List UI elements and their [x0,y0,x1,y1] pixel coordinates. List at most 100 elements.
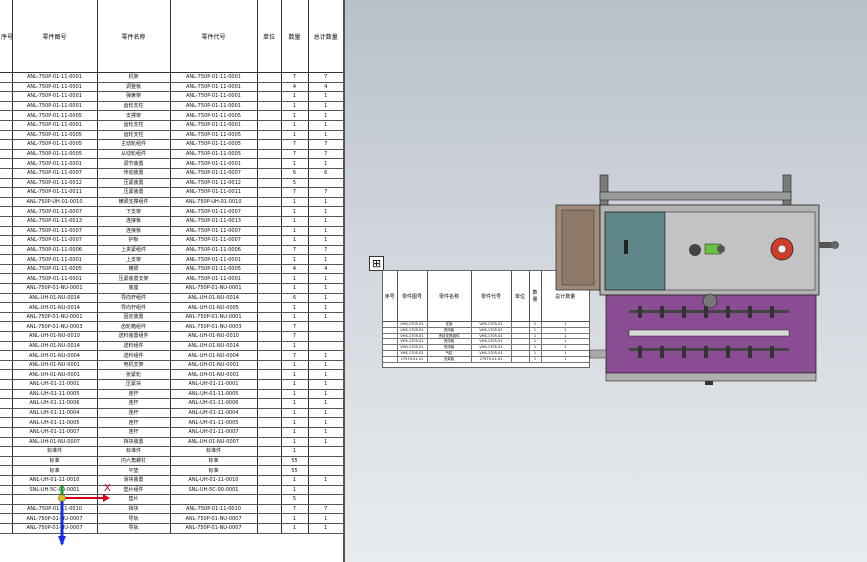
bom-row[interactable]: ANL-750P-01-11-0001 调节装置 ANL-750P-01-11-00… [0,158,343,169]
bom-cell [0,235,12,246]
bom-row[interactable]: ANL-750P-01-NU-0001 固定装置 ANL-750P-01-NU-00… [0,312,343,323]
bom-cell [307,321,343,333]
bom-cell: SNL-UH-5C-00-0001 [169,485,257,496]
bom-cell: ANL-750P-01-11-0005 [11,130,97,141]
bom-row[interactable]: ANL-UH-01-11-0001 压紧块 ANL-UH-01-11-0001 1 1 [0,379,343,390]
bom-cell [307,494,343,505]
bom-cell: 上夹紧组件 [96,245,170,256]
move-table-handle[interactable]: ⊞ [369,256,384,271]
bom-row[interactable]: ANL-750P-01-11-0007 护板 ANL-750P-01-11-0007… [0,235,343,246]
bom-row[interactable]: ANL-UH-01-NU-0001 电机支架 ANL-UH-01-NU-0001 1 1 [0,360,343,371]
bom-row[interactable]: ANL-750P-01-11-0001 机架 ANL-750P-01-11-0001… [0,72,343,83]
bom-row[interactable]: ANL-750P-01-11-0005 横梁 ANL-750P-01-11-0005… [0,264,343,275]
bom-cell: 横梁支撑组件 [96,197,170,208]
bom-cell: 7 [307,504,343,515]
bom-row[interactable]: ANL-750P-01-11-0005 从动轮组件 ANL-750P-01-11-0… [0,149,343,160]
bom-row[interactable]: ANL-750P-01-11-0001 齿轮支柱 ANL-750P-01-11-00… [0,101,343,112]
bom-cell [0,350,12,361]
bom-cell: ANL-UH-01-11-0005 [11,417,97,428]
bom-cell: ANL-750P-01-11-0001 [11,91,97,102]
bom-cell [256,293,281,304]
bom-cell [0,408,12,419]
bom-cell [0,475,12,486]
bom-row[interactable]: ANL-UH-01-NU-0004 送料组件 ANL-UH-01-NU-0004 7 1 [0,350,343,361]
bom-table-panel[interactable]: 序号 零件图号 零件名称 零件代号 单位 数量 总计数量 ANL-750P-01-11-00… [0,0,345,562]
bom-row[interactable]: ANL-UH-01-11-0006 连杆 ANL-UH-01-11-0006 1 1 [0,398,343,409]
bom-cell [0,206,12,217]
bom-row[interactable]: ANL-750P-01-11-0007 下支架 ANL-750P-01-11-000… [0,206,343,217]
bom-cell: 标准件 [11,446,97,457]
bom-row[interactable]: ANL-750P-01-11-0007 连接板 ANL-750P-01-11-000… [0,226,343,237]
bom-row[interactable]: 标准件 标准件 标准件 1 [0,446,343,457]
bom-cell [256,264,281,275]
bom-cell [256,149,281,160]
bom-row[interactable]: ANL-UH-01-NU-0007 挡块装置 ANL-UH-01-NU-0007 1 1 [0,437,343,448]
bom-cell: 6 [280,168,308,179]
bom-row[interactable]: ANL-750P-01-NU-0003 齿轮箱组件 ANL-750P-01-NU-0… [0,321,343,333]
bom-row[interactable]: ANL-UH-01-NU-0014 导向杆组件 ANL-UH-01-NU-0005 1… [0,302,343,313]
bom-row[interactable]: ANL-UH-01-NU-0010 送料装置组件 ANL-UH-01-NU-0010… [0,331,343,342]
bom-cell [256,408,281,419]
bom-row[interactable]: ANL-750P-01-NU-0001 底座 ANL-750P-01-NU-0001… [0,283,343,294]
bom-row[interactable]: ANL-750P-01-11-0001 齿轮支柱 ANL-750P-01-11-00… [0,120,343,131]
small_bom-header-cell: 单位 [510,271,529,322]
bom-row[interactable]: ANL-750P-01-11-0012 压紧装置 ANL-750P-01-11-00… [0,178,343,189]
bom-cell: 弹簧架 [96,91,170,102]
bom-cell: ANL-750P-01-11-0011 [169,187,257,198]
bom-cell [0,379,12,390]
bom-row[interactable]: ANL-750P-01-11-0001 上支架 ANL-750P-01-11-000… [0,254,343,265]
bom-row[interactable]: ANL-750P-01-11-0007 传动装置 ANL-750P-01-11-00… [0,168,343,179]
bom-row[interactable]: ANL-750P-01-11-0001 弹簧架 ANL-750P-01-11-000… [0,91,343,102]
bom-row[interactable]: ANL-750P-01-11-0005 支撑架 ANL-750P-01-11-000… [0,110,343,121]
bom-cell: 连杆 [96,398,170,409]
bom-cell: 齿轮箱组件 [96,321,170,333]
bom-row[interactable]: ANL-750P-01-11-0001 压紧装置支架 ANL-750P-01-11-… [0,273,343,285]
bom-cell: 1 [307,523,343,534]
bom-cell: ANL-750P-01-11-0001 [169,91,257,102]
bom-row[interactable]: ANL-750P-01-11-0005 主动轮组件 ANL-750P-01-11-0… [0,139,343,150]
bom-row[interactable]: ANL-UH-01-11-0005 连杆 ANL-UH-01-11-0005 1 1 [0,417,343,428]
bom-cell [256,302,281,313]
bom-header-row: 序号 零件图号 零件名称 零件代号 单位 数量 总计数量 [0,0,343,73]
bom-row[interactable]: ANL-UH-01-11-0007 连杆 ANL-UH-01-11-0007 1 1 [0,427,343,438]
bom-cell: 7 [280,504,308,515]
bom-cell [256,245,281,256]
small_bom-header-cell: 数量 [528,271,541,322]
bom-cell: 1 [307,254,343,265]
bom-row[interactable]: ANL-UH-01-NU-0001 张紧轮 ANL-UH-01-NU-0001 1 1 [0,369,343,380]
small_bom-cell: VHS-1705-01 [396,321,427,328]
bom-row[interactable]: ANL-UH-01-NU-0014 送料组件 ANL-UH-01-NU-0014 1 [0,341,343,352]
bom-cell: 1 [280,379,308,390]
bom-row[interactable]: ANL-750P-UH-01-0010 横梁支撑组件 ANL-750P-UH-01-… [0,197,343,208]
assembly-view[interactable] [550,170,850,390]
bom-cell: 从动轮组件 [96,149,170,160]
bom-row[interactable]: ANL-UH-01-11-0005 连杆 ANL-UH-01-11-0005 1 1 [0,389,343,400]
bom-row[interactable]: ANL-UH-01-NU-0014 导向杆组件 ANL-UH-01-NU-0014 6… [0,293,343,304]
bom-cell [0,437,12,448]
bom-row[interactable]: ANL-750P-01-11-0013 连接板 ANL-750P-01-11-001… [0,216,343,227]
bom-cell: 1 [307,273,343,285]
bom-cell [0,523,12,534]
bom-cell: 7 [280,331,308,342]
bom-cell: ANL-UH-01-11-0001 [11,379,97,390]
bom-row[interactable]: ANL-750P-01-11-0001 调整板 ANL-750P-01-11-000… [0,82,343,93]
bom-header-cell: 序号 [0,0,12,73]
bom-row[interactable]: ANL-750P-01-11-0011 压紧装置 ANL-750P-01-11-00… [0,187,343,198]
bom-cell: 7 [280,139,308,150]
bom-row[interactable]: ANL-750P-01-11-0006 上夹紧组件 ANL-750P-01-11-0… [0,245,343,256]
bom-cell: 1 [280,130,308,141]
bom-cell [0,72,12,83]
small_bom-cell [383,356,397,363]
bom-cell: ANL-750P-01-NU-0003 [11,321,97,333]
bom-cell [0,312,12,323]
bom-row[interactable]: ANL-750P-01-11-0005 齿轮支柱 ANL-750P-01-11-00… [0,130,343,141]
bom-cell [256,427,281,438]
bom-cell: 1 [280,446,308,457]
bom-row[interactable]: ANL-UH-01-11-0004 连杆 ANL-UH-01-11-0004 1 1 [0,408,343,419]
bom-row[interactable]: 标准 内六角螺钉 标准 55 [0,456,343,467]
bom-cell: 1 [307,417,343,428]
bom-cell [256,101,281,112]
bom-cell [256,504,281,515]
bom-cell: 固定装置 [96,312,170,323]
bom-row[interactable]: 标准 平垫 标准 55 [0,465,343,476]
